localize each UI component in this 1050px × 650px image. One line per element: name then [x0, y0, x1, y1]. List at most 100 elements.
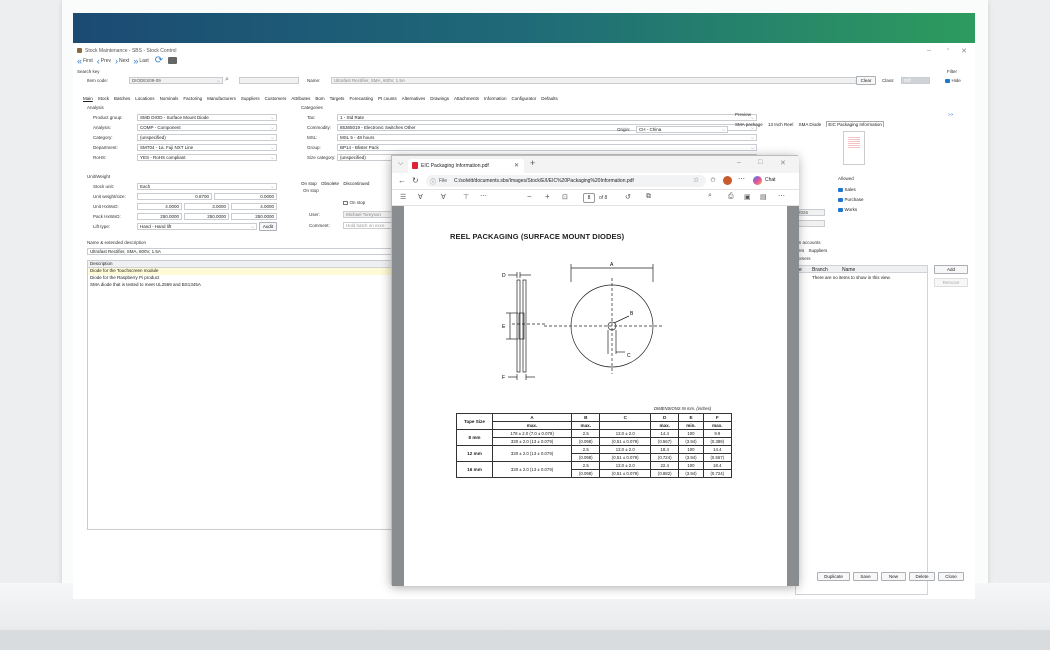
analysis-row-select[interactable]: SMD DIOD - Surface Mount Diode ⌵: [137, 114, 277, 121]
tab-actions-icon[interactable]: ⌵: [398, 160, 403, 168]
analysis-row-select[interactable]: COMP - Component ⌵: [137, 124, 277, 131]
description-box[interactable]: Description Diode for the Touchscreen mo…: [87, 260, 392, 530]
back-icon[interactable]: ←: [398, 176, 406, 185]
search-icon[interactable]: ⌕: [225, 76, 229, 84]
minimize-icon[interactable]: –: [927, 47, 931, 54]
new-button[interactable]: New: [881, 572, 906, 581]
unit-size-input[interactable]: 0.0000: [214, 193, 277, 200]
copilot-icon[interactable]: [753, 176, 762, 185]
tab-manufacturers[interactable]: Manufacturers: [207, 96, 236, 101]
delete-button[interactable]: Delete: [909, 572, 935, 581]
lift-type-select[interactable]: Hand - Hand lift ⌵: [137, 223, 257, 230]
tab-batches[interactable]: Batches: [114, 96, 130, 101]
cat-row-select[interactable]: BP14 - Blister Pack ⌵: [337, 144, 757, 151]
pack-d-input[interactable]: 250.0000: [231, 213, 277, 220]
tab-configurator[interactable]: Configurator: [512, 96, 537, 101]
unit-h-input[interactable]: 4.0000: [137, 203, 182, 210]
refresh-icon[interactable]: ⟳: [155, 55, 163, 66]
origin-select[interactable]: CH - China ⌵: [636, 126, 728, 133]
favorites-icon[interactable]: ✩: [710, 176, 716, 184]
unit-weight-input[interactable]: 0.8700: [137, 193, 212, 200]
more-tools-icon[interactable]: ⋯: [480, 192, 487, 200]
favorite-star-icon[interactable]: ☆: [693, 176, 699, 184]
save-as-icon[interactable]: ▤: [760, 193, 767, 201]
tab-nominals[interactable]: Nominals: [160, 96, 179, 101]
tab-sma-package[interactable]: SMA package: [735, 122, 763, 127]
sales-checkbox[interactable]: Sales: [838, 185, 864, 195]
zoom-out-icon[interactable]: −: [527, 192, 532, 201]
browser-tab[interactable]: EIC Packaging Information.pdf ✕: [408, 159, 524, 173]
analysis-row-select[interactable]: YES - RoHS compliant ⌵: [137, 154, 277, 161]
chat-label[interactable]: Chat: [765, 177, 776, 183]
print-icon[interactable]: [168, 57, 178, 64]
reload-icon[interactable]: ↻: [412, 176, 419, 185]
analysis-row-select[interactable]: (unspecified) ⌵: [137, 134, 277, 141]
item-code-input[interactable]: DIODES09-09 ⌵: [129, 77, 223, 84]
hide-checkbox[interactable]: Hide: [945, 78, 961, 84]
search-icon[interactable]: ⌕: [708, 192, 712, 200]
tab-suppliers[interactable]: Suppliers: [809, 248, 828, 253]
tab-suppliers[interactable]: Suppliers: [241, 96, 260, 101]
save-button[interactable]: Save: [853, 572, 878, 581]
tab-eic-packaging[interactable]: EIC Packaging Information: [826, 121, 884, 127]
add-button[interactable]: Add: [934, 265, 968, 274]
name-search-input[interactable]: Ultrafast Rectifier, SMA, 600V, 1.5A⌵: [331, 77, 861, 84]
fit-page-icon[interactable]: ⊡: [562, 193, 568, 201]
preview-thumbnail[interactable]: [843, 131, 865, 165]
info-icon[interactable]: ⓘ: [430, 177, 436, 186]
cat-row-select[interactable]: 1 - Std Rate ⌵: [337, 114, 757, 121]
next-button[interactable]: Next: [119, 58, 129, 64]
tab-customers[interactable]: Customers: [265, 96, 287, 101]
works-checkbox[interactable]: Works: [838, 205, 864, 215]
remove-button[interactable]: Remove: [934, 278, 968, 287]
tab-alternatives[interactable]: Alternatives: [402, 96, 426, 101]
close-window-icon[interactable]: ✕: [961, 47, 967, 55]
tab-locations[interactable]: Locations: [135, 96, 154, 101]
on-stop-checkbox[interactable]: On stop: [343, 200, 365, 206]
last-button[interactable]: Last: [139, 58, 148, 64]
print-icon[interactable]: ⎙: [728, 193, 734, 201]
page-view-icon[interactable]: ⧉: [646, 193, 651, 201]
tab-obsolete[interactable]: Obsolete: [321, 181, 339, 186]
comment-input[interactable]: Hold batch on exce: [343, 222, 393, 229]
draw-icon[interactable]: ∀: [441, 193, 446, 201]
audit-button[interactable]: Audit: [259, 222, 277, 231]
stock-unit-select[interactable]: Each ⌵: [137, 183, 277, 190]
tab-information[interactable]: Information: [484, 96, 507, 101]
close-tab-icon[interactable]: ✕: [514, 162, 519, 169]
date-field[interactable]: 2026: [795, 209, 825, 216]
user-input[interactable]: Michael Toreyson: [343, 211, 393, 218]
minimize-icon[interactable]: –: [737, 159, 741, 166]
page-number-input[interactable]: 8: [583, 193, 595, 203]
save-icon[interactable]: ▣: [744, 193, 751, 201]
extended-name-input[interactable]: Ultrafast Rectifier, SMA, 600V, 1.5A: [87, 248, 392, 255]
tab-on-stop[interactable]: On stop: [301, 181, 317, 186]
analysis-row-select[interactable]: SMT04 - 1a. Fuji NXT Line ⌵: [137, 144, 277, 151]
text-icon[interactable]: ⊤: [463, 193, 469, 201]
profile-avatar[interactable]: [723, 176, 732, 185]
tab-forecasting[interactable]: Forecasting: [349, 96, 373, 101]
unit-d-input[interactable]: 4.0000: [231, 203, 277, 210]
tab-attachments[interactable]: Attachments: [454, 96, 479, 101]
zoom-in-icon[interactable]: +: [545, 192, 550, 201]
more-icon[interactable]: ⋯: [738, 175, 745, 183]
tab-13-inch-reel[interactable]: 13 Inch Reel: [768, 122, 793, 127]
tab-factoring[interactable]: Factoring: [183, 96, 202, 101]
address-bar[interactable]: ⓘ File C:/solvitt/documents.sbs/Images/S…: [426, 175, 706, 187]
tab-main[interactable]: Main: [83, 96, 93, 101]
tab-defaults[interactable]: Defaults: [541, 96, 558, 101]
maximize-icon[interactable]: □: [758, 159, 762, 166]
pdf-more-icon[interactable]: ⋯: [778, 192, 785, 200]
first-button[interactable]: First: [83, 58, 93, 64]
unit-w-input[interactable]: 3.0000: [184, 203, 229, 210]
pack-w-input[interactable]: 250.0000: [184, 213, 229, 220]
duplicate-button[interactable]: Duplicate: [817, 572, 850, 581]
contents-icon[interactable]: ☰: [400, 193, 406, 201]
pack-h-input[interactable]: 250.0000: [137, 213, 182, 220]
rotate-icon[interactable]: ↺: [625, 193, 631, 201]
close-button[interactable]: Close: [938, 572, 964, 581]
tab-pi-counts[interactable]: PI counts: [378, 96, 397, 101]
tab-stock[interactable]: Stock: [98, 96, 109, 101]
restore-icon[interactable]: ▫: [947, 47, 949, 53]
purchase-checkbox[interactable]: Purchase: [838, 195, 864, 205]
